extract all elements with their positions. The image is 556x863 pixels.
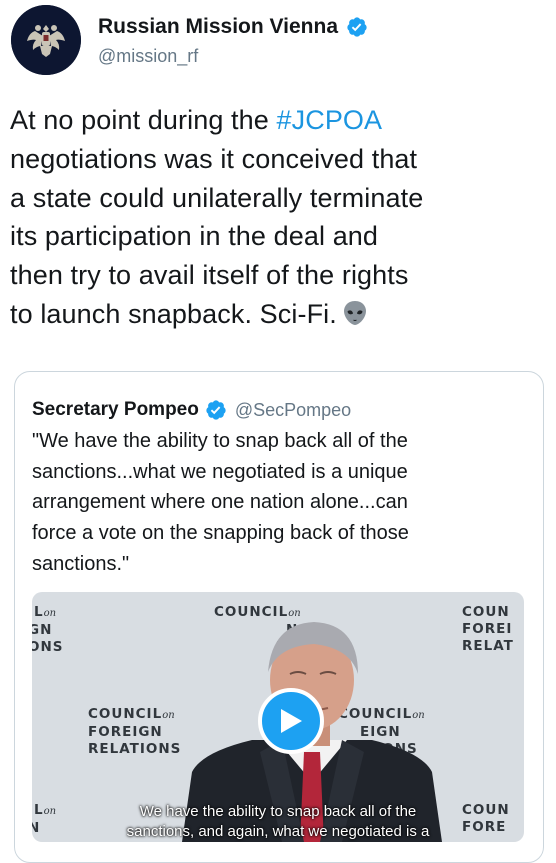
tweet-line: then try to avail itself of the rights bbox=[10, 260, 409, 291]
tweet-line: At no point during the #JCPOA bbox=[10, 101, 550, 140]
logo-text: COUN bbox=[462, 604, 510, 620]
video-subtitle-line: We have the ability to snap back all of … bbox=[139, 803, 417, 820]
tweet-line: to launch snapback. Sci-Fi. bbox=[10, 295, 550, 334]
eagle-emblem-icon bbox=[11, 5, 81, 75]
verified-badge-icon bbox=[346, 16, 368, 38]
quoted-line: sanctions...what we negotiated is a uniq… bbox=[32, 460, 408, 483]
video-subtitle-line: sanctions, and again, what we negotiated… bbox=[126, 823, 430, 840]
cfr-backdrop-logo: COUNCILon FOREIGN RELATIONS bbox=[88, 706, 181, 758]
logo-text: COUNCIL bbox=[88, 706, 163, 722]
quoted-tweet-text: "We have the ability to snap back all of… bbox=[32, 426, 532, 580]
account-name-row[interactable]: Russian Mission Vienna bbox=[98, 12, 368, 42]
logo-text: on bbox=[162, 710, 175, 721]
quoted-line: sanctions." bbox=[32, 552, 130, 575]
tweet-line: negotiations was it conceived that bbox=[10, 143, 418, 174]
logo-text: RELATIONS bbox=[88, 741, 182, 757]
quoted-handle[interactable]: @SecPompeo bbox=[235, 400, 351, 421]
hashtag-link[interactable]: #JCPOA bbox=[277, 105, 383, 135]
quoted-line: "We have the ability to snap back all of… bbox=[32, 430, 408, 452]
logo-text: FOREI bbox=[462, 621, 513, 637]
logo-text: on bbox=[43, 608, 57, 619]
logo-text: FOREIGN bbox=[88, 724, 163, 740]
cfr-backdrop-logo: COUN FOREI RELAT bbox=[462, 604, 514, 655]
alien-emoji-icon bbox=[341, 299, 369, 327]
account-handle[interactable]: @mission_rf bbox=[98, 46, 198, 67]
tweet-text: At no point during the #JCPOA negotiatio… bbox=[10, 101, 550, 334]
quoted-tweet-header[interactable]: Secretary Pompeo @SecPompeo bbox=[32, 397, 351, 423]
cfr-backdrop-logo: ILon GNONS bbox=[32, 604, 64, 656]
tweet-header: Russian Mission Vienna @mission_rf bbox=[0, 0, 556, 90]
tweet-line: a state could unilaterally terminate bbox=[10, 182, 424, 213]
display-name[interactable]: Russian Mission Vienna bbox=[98, 15, 338, 39]
verified-badge-icon bbox=[205, 399, 227, 421]
play-button[interactable] bbox=[258, 688, 324, 754]
quoted-line: arrangement where one nation alone...can bbox=[32, 491, 408, 514]
tweet-line: its participation in the deal and bbox=[10, 221, 379, 252]
play-icon bbox=[281, 709, 302, 733]
quoted-line: force a vote on the snapping back of tho… bbox=[32, 522, 409, 545]
logo-text: ONS bbox=[32, 639, 64, 655]
quoted-display-name[interactable]: Secretary Pompeo bbox=[32, 399, 199, 421]
video-player[interactable]: ILonGNONS COUNCILonNNS COUNFOREIRELAT CO… bbox=[32, 592, 524, 842]
logo-text: RELAT bbox=[462, 638, 514, 654]
avatar[interactable] bbox=[11, 5, 81, 75]
tweet-line-text: to launch snapback. Sci-Fi. bbox=[10, 298, 337, 329]
logo-text: IL bbox=[32, 604, 44, 620]
tweet-line-text: At no point during the bbox=[10, 105, 277, 135]
quoted-tweet-card[interactable]: Secretary Pompeo @SecPompeo "We have the… bbox=[14, 371, 544, 863]
logo-text: GN bbox=[32, 622, 53, 638]
